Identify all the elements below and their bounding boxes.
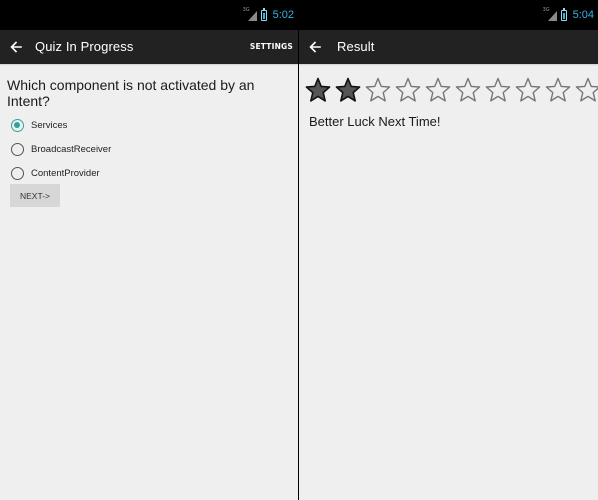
status-icons: 3G 5:02 — [243, 7, 294, 21]
option-label: ContentProvider — [31, 167, 100, 179]
option-services[interactable]: Services — [11, 113, 111, 137]
rating-bar[interactable] — [303, 76, 598, 104]
star-outline-icon[interactable] — [573, 76, 598, 104]
action-bar-shadow — [299, 64, 598, 66]
radio-button[interactable] — [11, 166, 24, 180]
star-outline-icon[interactable] — [543, 76, 573, 104]
signal-icon: 3G — [543, 7, 557, 21]
page-title: Quiz In Progress — [35, 39, 134, 54]
radio-button[interactable] — [11, 142, 24, 156]
battery-icon — [260, 7, 267, 21]
radio-button[interactable] — [11, 118, 24, 132]
star-outline-icon[interactable] — [453, 76, 483, 104]
option-label: Services — [31, 119, 68, 131]
back-arrow-icon[interactable] — [305, 35, 327, 59]
star-filled-icon[interactable] — [303, 76, 333, 104]
status-bar: 3G 5:04 — [299, 0, 598, 30]
answer-options: Services BroadcastReceiver ContentProvid… — [11, 113, 111, 185]
signal-icon: 3G — [243, 7, 257, 21]
status-icons: 3G 5:04 — [543, 7, 594, 21]
star-outline-icon[interactable] — [393, 76, 423, 104]
star-outline-icon[interactable] — [513, 76, 543, 104]
star-filled-icon[interactable] — [333, 76, 363, 104]
star-outline-icon[interactable] — [423, 76, 453, 104]
settings-button[interactable]: SETTINGS — [250, 42, 293, 51]
star-outline-icon[interactable] — [483, 76, 513, 104]
status-clock: 5:04 — [572, 9, 594, 21]
action-bar-shadow — [0, 64, 298, 66]
next-button[interactable]: NEXT-> — [10, 184, 60, 207]
option-broadcastreceiver[interactable]: BroadcastReceiver — [11, 137, 111, 161]
back-arrow-icon[interactable] — [6, 35, 28, 59]
action-bar: Quiz In Progress SETTINGS — [0, 30, 298, 64]
status-bar: 3G 5:02 — [0, 0, 298, 30]
result-message: Better Luck Next Time! — [309, 114, 441, 129]
result-screen: 3G 5:04 Result Better Luck Next Time! — [299, 0, 598, 500]
option-label: BroadcastReceiver — [31, 143, 112, 155]
quiz-screen: 3G 5:02 Quiz In Progress SETTINGS Which … — [0, 0, 298, 500]
star-outline-icon[interactable] — [363, 76, 393, 104]
battery-icon — [560, 7, 567, 21]
action-bar: Result — [299, 30, 598, 64]
question-text: Which component is not activated by an I… — [7, 77, 255, 109]
status-clock: 5:02 — [272, 9, 294, 21]
page-title: Result — [337, 39, 375, 54]
option-contentprovider[interactable]: ContentProvider — [11, 161, 111, 185]
